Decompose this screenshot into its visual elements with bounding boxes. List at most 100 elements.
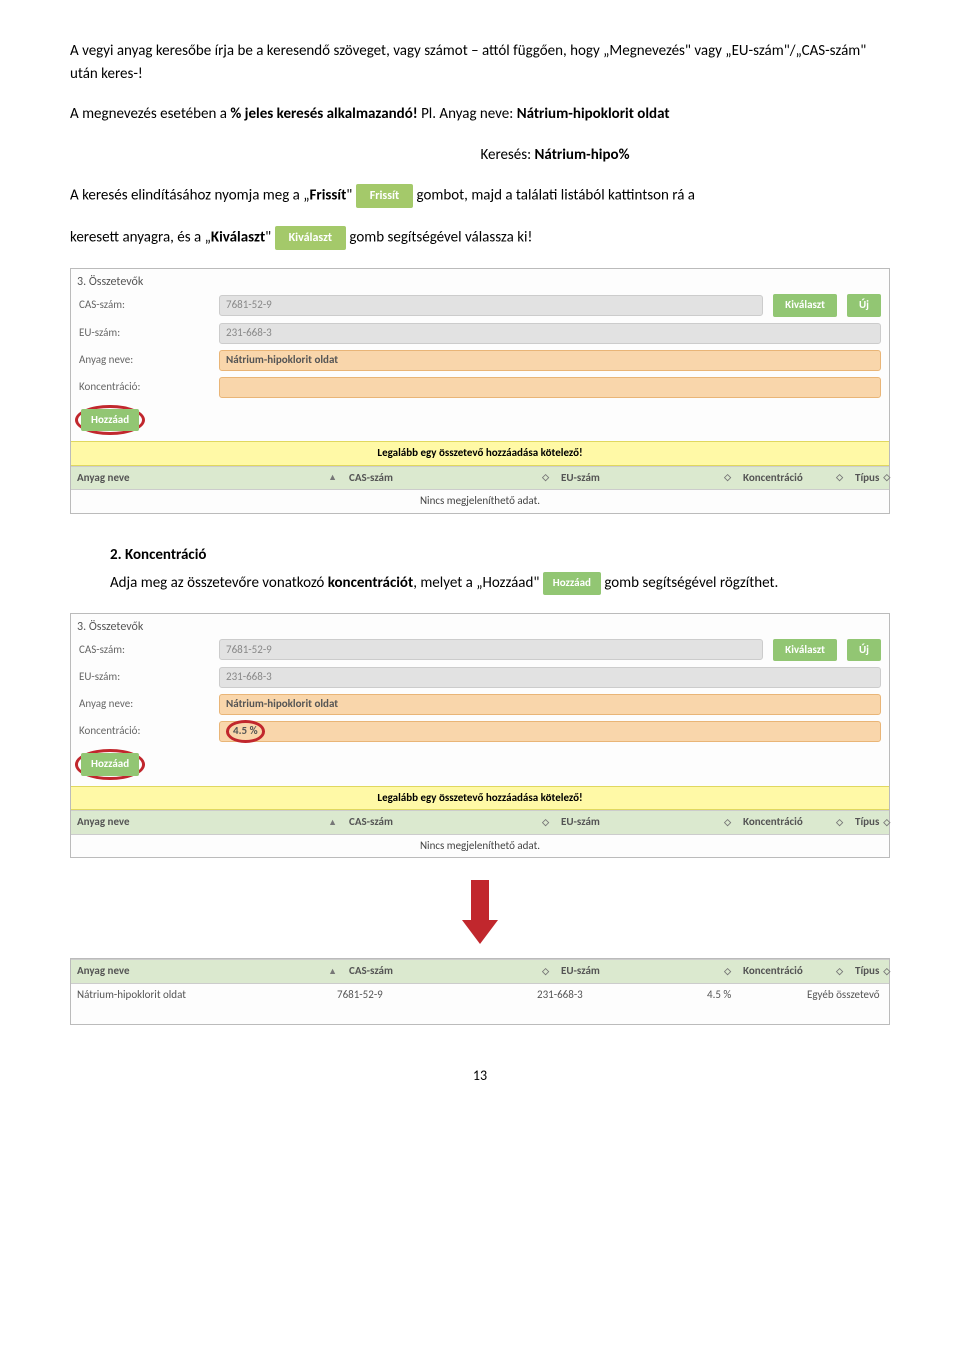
label-eu: EU-szám: [79, 325, 209, 342]
th-cas[interactable]: CAS-szám [349, 963, 393, 980]
hozzaad-button[interactable]: Hozzáad [543, 572, 601, 595]
frissit-button[interactable]: Frissít [356, 184, 413, 208]
empty-table-message: Nincs megjeleníthető adat. [71, 835, 889, 858]
kivalaszt-button[interactable]: Kiválaszt [773, 639, 837, 662]
text-bold: Kiválaszt [211, 229, 265, 247]
hozzaad-button[interactable]: Hozzáad [81, 409, 139, 432]
table-header: Anyag neve ▲ CAS-szám ◇ EU-szám ◇ Koncentrá… [71, 959, 889, 984]
th-cas[interactable]: CAS-szám [349, 814, 393, 831]
kivalaszt-button[interactable]: Kiválaszt [773, 294, 837, 317]
th-tipus[interactable]: Típus [855, 470, 879, 487]
label-anyag-neve: Anyag neve: [79, 352, 209, 369]
hozzaad-button[interactable]: Hozzáad [81, 753, 139, 776]
uj-button[interactable]: Új [847, 294, 881, 317]
text-bold: Frissít [310, 187, 347, 205]
intro-p3: Keresés: Nátrium-hipo% [220, 144, 890, 167]
cell-anyag-neve: Nátrium-hipoklorit oldat [77, 987, 337, 1004]
text: keresett anyagra, és a „ [70, 229, 211, 247]
intro-p2: A megnevezés esetében a % jeles keresés … [70, 103, 890, 126]
sort-icon[interactable]: ◇ [883, 471, 890, 485]
kivalaszt-button[interactable]: Kiválaszt [275, 226, 346, 250]
warning-bar: Legalább egy összetevő hozzáadása kötele… [71, 786, 889, 811]
input-eu[interactable]: 231-668-3 [219, 667, 881, 688]
intro-p4: A keresés elindításához nyomja meg a „Fr… [70, 184, 890, 208]
sort-icon[interactable]: ◇ [836, 471, 843, 485]
text: Keresés: [480, 146, 534, 164]
sort-icon[interactable]: ▲ [328, 816, 337, 830]
warning-bar: Legalább egy összetevő hozzáadása kötele… [71, 441, 889, 466]
cell-eu: 231-668-3 [537, 987, 707, 1004]
fieldset-title: 3. Összetevők [71, 614, 889, 636]
sort-icon[interactable]: ◇ [836, 965, 843, 979]
label-cas: CAS-szám: [79, 642, 209, 659]
sort-icon[interactable]: ◇ [542, 965, 549, 979]
th-eu[interactable]: EU-szám [561, 814, 600, 831]
arrow-down-icon [70, 880, 890, 944]
th-tipus[interactable]: Típus [855, 814, 879, 831]
sort-icon[interactable]: ◇ [883, 965, 890, 979]
th-anyag-neve[interactable]: Anyag neve [77, 470, 130, 487]
input-cas[interactable]: 7681-52-9 [219, 295, 763, 316]
input-koncentracio[interactable]: 4.5 % [219, 721, 881, 742]
sort-icon[interactable]: ▲ [328, 965, 337, 979]
label-koncentracio: Koncentráció: [79, 379, 209, 396]
text: , melyet a „Hozzáad" [413, 574, 543, 592]
sort-icon[interactable]: ◇ [724, 471, 731, 485]
text: A keresés elindításához nyomja meg a „ [70, 187, 310, 205]
input-anyag-neve[interactable]: Nátrium-hipoklorit oldat [219, 350, 881, 371]
sort-icon[interactable]: ◇ [836, 816, 843, 830]
th-konc[interactable]: Koncentráció [743, 814, 803, 831]
text: " [346, 187, 355, 205]
sort-icon[interactable]: ◇ [542, 816, 549, 830]
panel-osszetevok-1: 3. Összetevők CAS-szám: 7681-52-9 Kivála… [70, 268, 890, 514]
input-koncentracio[interactable] [219, 377, 881, 398]
label-koncentracio: Koncentráció: [79, 723, 209, 740]
sort-icon[interactable]: ◇ [883, 816, 890, 830]
intro-p1: A vegyi anyag keresőbe írja be a keresen… [70, 40, 890, 85]
th-tipus[interactable]: Típus [855, 963, 879, 980]
label-anyag-neve: Anyag neve: [79, 696, 209, 713]
sort-icon[interactable]: ◇ [724, 816, 731, 830]
cell-cas: 7681-52-9 [337, 987, 537, 1004]
sort-icon[interactable]: ◇ [542, 471, 549, 485]
text-bold: % jeles keresés alkalmazandó! [230, 105, 417, 123]
text-bold: Nátrium-hipoklorit oldat [517, 105, 670, 123]
highlight-circle: Hozzáad [75, 749, 145, 780]
highlight-circle: 4.5 % [226, 720, 265, 743]
sort-icon[interactable]: ◇ [724, 965, 731, 979]
th-anyag-neve[interactable]: Anyag neve [77, 963, 130, 980]
th-eu[interactable]: EU-szám [561, 963, 600, 980]
fieldset-title: 3. Összetevők [71, 269, 889, 291]
text: gomb segítségével rögzíthet. [604, 574, 778, 592]
input-value: 4.5 % [233, 724, 258, 737]
panel-table-result: Anyag neve ▲ CAS-szám ◇ EU-szám ◇ Koncentrá… [70, 958, 890, 1025]
th-konc[interactable]: Koncentráció [743, 963, 803, 980]
text: gombot, majd a találati listából kattint… [417, 187, 695, 205]
input-cas[interactable]: 7681-52-9 [219, 639, 763, 660]
label-cas: CAS-szám: [79, 297, 209, 314]
th-konc[interactable]: Koncentráció [743, 470, 803, 487]
th-anyag-neve[interactable]: Anyag neve [77, 814, 130, 831]
text: gomb segítségével válassza ki! [349, 229, 532, 247]
text-bold: koncentrációt [328, 574, 413, 592]
th-eu[interactable]: EU-szám [561, 470, 600, 487]
section-heading-koncentracio: 2. Koncentráció [110, 544, 890, 567]
input-anyag-neve[interactable]: Nátrium-hipoklorit oldat [219, 694, 881, 715]
th-cas[interactable]: CAS-szám [349, 470, 393, 487]
table-header: Anyag neve ▲ CAS-szám ◇ EU-szám ◇ Koncentrá… [71, 810, 889, 835]
label-eu: EU-szám: [79, 669, 209, 686]
table-header: Anyag neve ▲ CAS-szám ◇ EU-szám ◇ Koncentrá… [71, 466, 889, 491]
table-row[interactable]: Nátrium-hipoklorit oldat 7681-52-9 231-6… [71, 984, 889, 1007]
input-eu[interactable]: 231-668-3 [219, 323, 881, 344]
text: Adja meg az összetevőre vonatkozó [110, 574, 328, 592]
text: A megnevezés esetében a [70, 105, 230, 123]
cell-tipus: Egyéb összetevő [807, 987, 883, 1004]
section2-text: Adja meg az összetevőre vonatkozó koncen… [110, 572, 850, 595]
text: Pl. Anyag neve: [421, 105, 517, 123]
sort-icon[interactable]: ▲ [328, 471, 337, 485]
text: " [265, 229, 274, 247]
highlight-circle: Hozzáad [75, 405, 145, 436]
cell-konc: 4.5 % [707, 987, 807, 1004]
uj-button[interactable]: Új [847, 639, 881, 662]
panel-osszetevok-2: 3. Összetevők CAS-szám: 7681-52-9 Kivála… [70, 613, 890, 859]
